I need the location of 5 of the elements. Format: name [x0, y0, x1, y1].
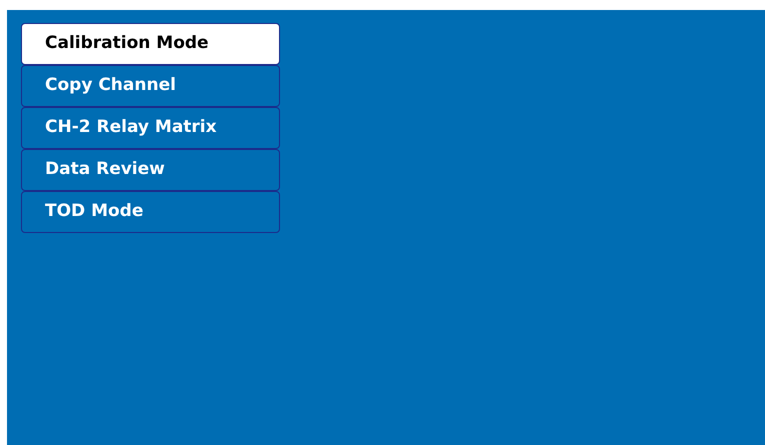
menu-item[interactable]: Copy Channel — [21, 65, 280, 107]
menu-item[interactable]: TOD Mode — [21, 191, 280, 233]
menu-item[interactable]: CH-2 Relay Matrix — [21, 107, 280, 149]
menu-item[interactable]: Data Review — [21, 149, 280, 191]
menu-item[interactable]: Calibration Mode — [21, 23, 280, 65]
